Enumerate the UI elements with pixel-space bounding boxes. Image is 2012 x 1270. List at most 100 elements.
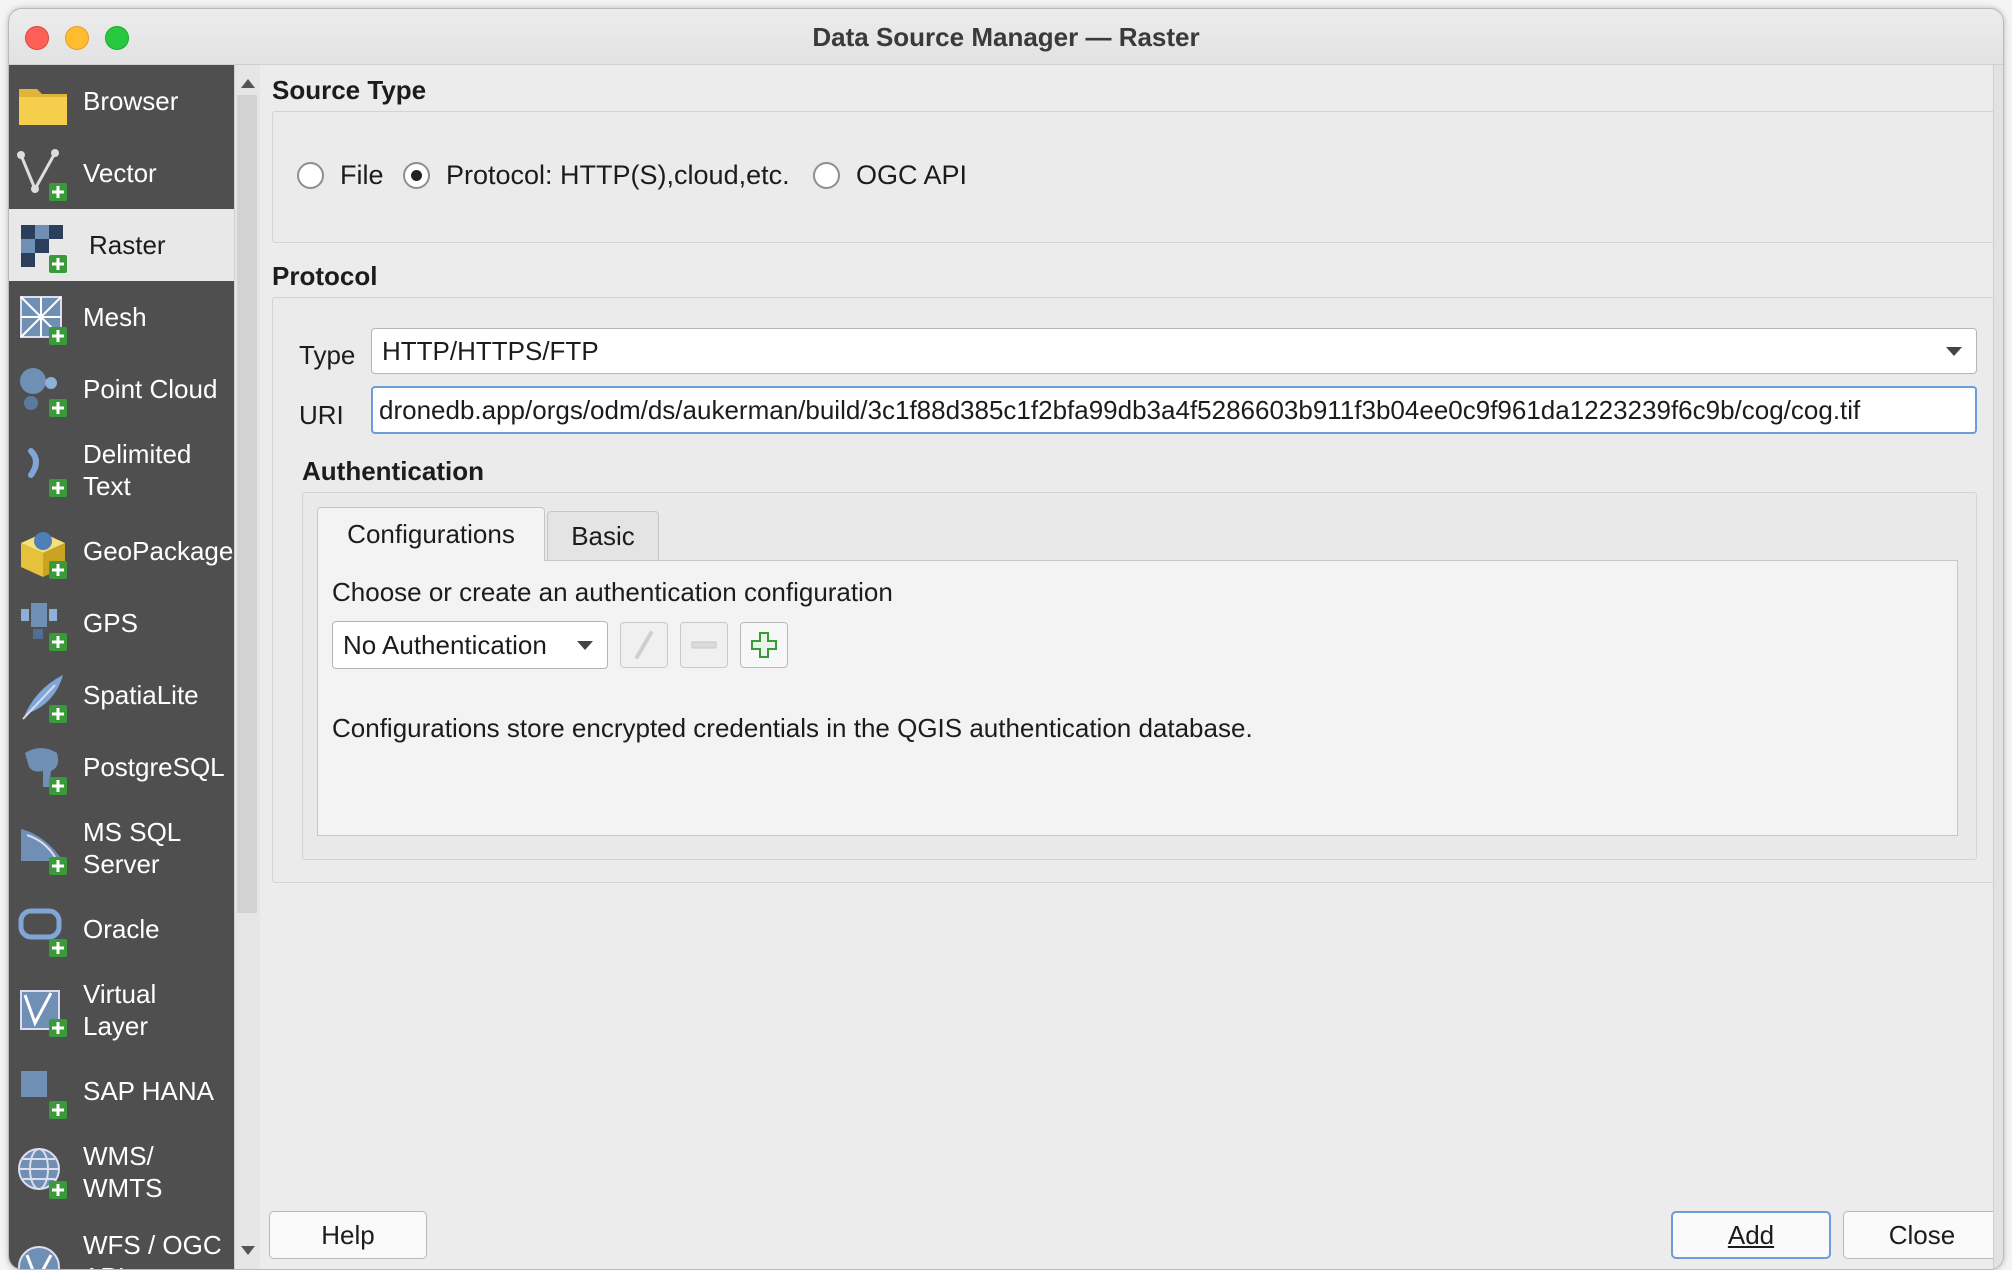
radio-ogc-api-button[interactable]	[813, 162, 840, 189]
sidebar-item-mesh[interactable]: Mesh	[9, 281, 234, 353]
add-button-label: Add	[1727, 1219, 1775, 1250]
radio-file-button[interactable]	[297, 162, 324, 189]
sidebar-item-label: Browser	[83, 86, 179, 116]
protocol-title: Protocol	[272, 261, 378, 291]
mesh-icon	[20, 296, 67, 345]
scroll-up-icon[interactable]	[241, 79, 255, 88]
radio-protocol-label: Protocol: HTTP(S),cloud,etc.	[446, 160, 790, 190]
authentication-group: Configurations Basic Choose or create an…	[302, 492, 1977, 860]
folder-icon	[19, 89, 67, 125]
window-right-edge	[1993, 65, 2003, 1269]
source-type-group: File Protocol: HTTP(S),cloud,etc. OGC AP…	[272, 111, 1995, 243]
radio-file-label: File	[340, 160, 384, 190]
sidebar-item-label: Raster	[89, 230, 166, 260]
sidebar-item-label: SpatiaLite	[83, 680, 199, 710]
help-button[interactable]: Help	[269, 1211, 427, 1259]
sidebar-item-vector[interactable]: Vector	[9, 137, 234, 209]
sidebar-item-wms-wmts[interactable]: WMS/ WMTS	[9, 1127, 234, 1217]
sidebar-item-mssql[interactable]: MS SQL Server	[9, 803, 234, 893]
chevron-down-icon	[1946, 347, 1962, 356]
sidebar-item-oracle[interactable]: Oracle	[9, 893, 234, 965]
sidebar-item-gps[interactable]: GPS	[9, 587, 234, 659]
virtual-layer-icon	[20, 990, 67, 1037]
add-config-button[interactable]	[740, 622, 788, 668]
sidebar-item-label: Delimited Text	[83, 439, 192, 501]
tab-configurations[interactable]: Configurations	[317, 507, 545, 561]
type-label: Type	[299, 340, 356, 370]
sidebar-item-label: Vector	[83, 158, 157, 188]
scroll-down-icon[interactable]	[241, 1246, 255, 1255]
radio-file[interactable]: File	[297, 160, 384, 191]
uri-value: dronedb.app/orgs/odm/ds/aukerman/build/3…	[379, 394, 1861, 425]
oracle-icon	[18, 908, 67, 957]
authentication-title: Authentication	[302, 456, 484, 486]
chevron-down-icon	[577, 641, 593, 650]
add-button[interactable]: Add	[1671, 1211, 1831, 1259]
source-sidebar: Browser Vector Raster Mesh Point Cloud D…	[9, 65, 234, 1269]
sidebar-scrollbar[interactable]	[234, 65, 260, 1269]
uri-input[interactable]: dronedb.app/orgs/odm/ds/aukerman/build/3…	[371, 386, 1977, 434]
sidebar-item-virtual-layer[interactable]: Virtual Layer	[9, 965, 234, 1055]
delimited-text-icon	[28, 448, 67, 497]
mssql-icon	[21, 829, 67, 875]
configurations-panel: Choose or create an authentication confi…	[317, 560, 1958, 836]
sidebar-item-postgresql[interactable]: PostgreSQL	[9, 731, 234, 803]
title-bar[interactable]: Data Source Manager — Raster	[9, 9, 2003, 65]
uri-label: URI	[299, 400, 344, 430]
sidebar-item-label: Virtual Layer	[83, 979, 157, 1041]
scrollbar-thumb[interactable]	[237, 95, 257, 913]
close-button[interactable]: Close	[1843, 1211, 2001, 1259]
sidebar-item-geopackage[interactable]: GeoPackage	[9, 515, 234, 587]
close-button-label: Close	[1888, 1219, 1956, 1250]
edit-config-button[interactable]	[620, 622, 668, 668]
pencil-icon	[635, 631, 653, 659]
sidebar-item-delimited-text[interactable]: Delimited Text	[9, 425, 234, 515]
protocol-type-combo[interactable]: HTTP/HTTPS/FTP	[371, 328, 1977, 374]
sidebar-item-label: WFS / OGC API - Features	[83, 1230, 222, 1269]
sidebar-item-label: PostgreSQL	[83, 752, 225, 782]
elephant-icon	[25, 748, 67, 795]
globe-vector-icon	[18, 1246, 60, 1269]
gps-icon	[21, 603, 67, 651]
source-type-title: Source Type	[272, 75, 427, 105]
globe-icon	[18, 1148, 67, 1199]
sidebar-item-label: GeoPackage	[83, 536, 234, 566]
sidebar-item-label: WMS/ WMTS	[83, 1141, 163, 1203]
plus-icon	[751, 632, 777, 658]
data-source-manager-window: Data Source Manager — Raster Browser Vec…	[8, 8, 2004, 1270]
radio-protocol[interactable]: Protocol: HTTP(S),cloud,etc.	[403, 160, 790, 191]
raster-icon	[21, 225, 67, 273]
auth-config-combo[interactable]: No Authentication	[332, 621, 608, 669]
help-button-label: Help	[321, 1219, 375, 1250]
sidebar-item-label: Oracle	[83, 914, 160, 944]
choose-config-text: Choose or create an authentication confi…	[332, 577, 893, 607]
point-cloud-icon	[20, 368, 67, 417]
auth-info-text: Configurations store encrypted credentia…	[332, 713, 1253, 743]
protocol-type-value: HTTP/HTTPS/FTP	[382, 335, 599, 366]
sap-hana-icon	[21, 1071, 67, 1119]
remove-config-button[interactable]	[680, 622, 728, 668]
sidebar-item-label: GPS	[83, 608, 138, 638]
window-title: Data Source Manager — Raster	[812, 22, 1200, 52]
radio-ogc-api-label: OGC API	[856, 160, 968, 190]
tab-basic[interactable]: Basic	[547, 511, 659, 561]
geopackage-icon	[21, 532, 67, 579]
sidebar-item-wfs-ogc-api[interactable]: WFS / OGC API - Features	[9, 1217, 234, 1269]
sidebar-item-label: SAP HANA	[83, 1076, 215, 1106]
sidebar-item-point-cloud[interactable]: Point Cloud	[9, 353, 234, 425]
feather-icon	[22, 675, 67, 723]
tab-basic-label: Basic	[571, 521, 635, 551]
sidebar-item-label: MS SQL Server	[83, 817, 182, 879]
radio-ogc-api[interactable]: OGC API	[813, 160, 967, 191]
protocol-group: Type HTTP/HTTPS/FTP URI dronedb.app/orgs…	[272, 297, 1995, 883]
sidebar-item-sap-hana[interactable]: SAP HANA	[9, 1055, 234, 1127]
sidebar-item-label: Point Cloud	[83, 374, 218, 404]
sidebar-item-browser[interactable]: Browser	[9, 65, 234, 137]
tab-configurations-label: Configurations	[347, 519, 515, 549]
radio-protocol-button[interactable]	[403, 162, 430, 189]
sidebar-item-label: Mesh	[83, 302, 147, 332]
sidebar-item-spatialite[interactable]: SpatiaLite	[9, 659, 234, 731]
minus-icon	[691, 641, 717, 649]
vector-icon	[17, 149, 67, 201]
sidebar-item-raster[interactable]: Raster	[9, 209, 234, 281]
